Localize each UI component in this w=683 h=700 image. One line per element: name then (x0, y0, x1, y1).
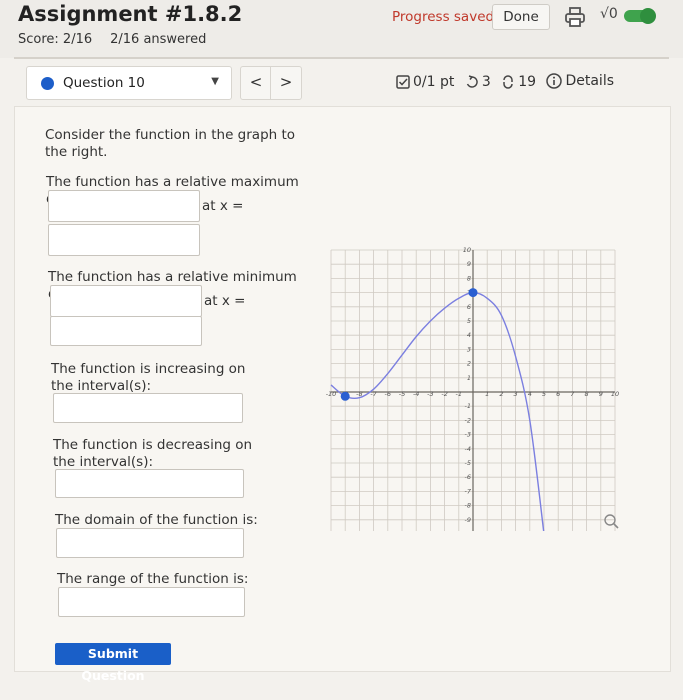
range-input[interactable] (58, 587, 245, 617)
x-tick-label: -4 (413, 390, 419, 398)
points-item: 0/1 pt (396, 74, 454, 90)
question-content: Consider the function in the graph to th… (14, 106, 671, 683)
assignment-header: Assignment #1.8.2 Score: 2/16 2/16 answer… (0, 0, 683, 58)
function-curve (330, 291, 545, 531)
x-tick-label: 4 (528, 390, 532, 398)
y-tick-label: -8 (465, 502, 471, 510)
relative-max-at-label: at x = (202, 198, 244, 214)
score-text: Score: 2/16 (18, 32, 93, 47)
domain-input[interactable] (56, 528, 244, 558)
question-bar: Question 10 ▼ < > 0/1 pt 3 19 Details (14, 62, 669, 102)
y-tick-label: 3 (467, 345, 471, 353)
relative-max-value-input[interactable] (48, 190, 200, 222)
print-icon[interactable] (564, 6, 586, 32)
score-row: Score: 2/16 2/16 answered (18, 32, 206, 47)
relative-max-point (468, 288, 478, 298)
x-tick-label: 1 (485, 390, 489, 398)
y-tick-label: 5 (467, 317, 471, 325)
x-tick-label: -2 (441, 390, 447, 398)
attempts-count: 19 (518, 74, 537, 90)
x-tick-label: -10 (326, 390, 337, 398)
magnifier-icon[interactable] (604, 514, 619, 529)
y-tick-label: -1 (465, 402, 471, 410)
attempts-item: 19 (501, 74, 536, 90)
decreasing-prompt: The function is decreasing on the interv… (53, 437, 253, 470)
x-tick-label: -5 (399, 390, 405, 398)
curve-start-point (340, 391, 350, 401)
relative-min-x-input[interactable] (50, 316, 202, 346)
y-tick-label: 10 (463, 246, 471, 254)
progress-status: Progress saved (392, 9, 495, 25)
retry-icon (466, 75, 478, 88)
x-tick-label: 6 (556, 390, 560, 398)
y-tick-label: -6 (465, 473, 471, 481)
info-icon (546, 73, 563, 89)
x-tick-label: -3 (427, 390, 433, 398)
assignment-title: Assignment #1.8.2 (18, 2, 243, 26)
relative-min-value-input[interactable] (50, 285, 202, 317)
submit-question-button[interactable]: Submit Question (55, 643, 171, 683)
y-tick-labels: 10987654321-1-2-3-4-5-6-7-8-9-10 (460, 246, 471, 531)
y-tick-label: 9 (467, 260, 471, 268)
details-link[interactable]: Details (546, 73, 614, 89)
decreasing-interval-input[interactable] (55, 469, 244, 498)
y-tick-label: -9 (465, 516, 471, 524)
attempts-icon (503, 75, 513, 89)
range-prompt: The range of the function is: (57, 571, 249, 587)
math-toggle-switch[interactable] (624, 8, 656, 24)
increasing-prompt: The function is increasing on the interv… (51, 361, 246, 394)
y-tick-label: 8 (467, 274, 471, 282)
y-tick-label: -4 (465, 445, 471, 453)
x-tick-label: 3 (514, 390, 518, 398)
y-tick-label: 6 (467, 303, 471, 311)
retries-count: 3 (481, 74, 491, 90)
header-divider (14, 57, 669, 59)
answered-count: 2/16 answered (110, 32, 207, 47)
relative-min-at-label: at x = (204, 293, 246, 309)
checkbox-icon (396, 75, 410, 89)
increasing-interval-input[interactable] (53, 393, 243, 423)
assignment-screen: Assignment #1.8.2 Score: 2/16 2/16 answer… (0, 0, 683, 700)
previous-question-button[interactable]: < (240, 66, 272, 100)
question-select[interactable]: Question 10 ▼ (26, 66, 232, 100)
done-button[interactable]: Done (492, 4, 550, 30)
question-status-dot (41, 77, 54, 90)
y-tick-label: -5 (465, 459, 471, 467)
x-tick-label: -6 (385, 390, 391, 398)
math-input-label: √0 (600, 6, 618, 22)
x-tick-label: 10 (611, 390, 619, 398)
question-select-label: Question 10 (63, 75, 145, 91)
x-tick-label: 8 (585, 390, 589, 398)
question-intro: Consider the function in the graph to th… (45, 127, 296, 160)
toggle-knob (640, 8, 656, 24)
y-tick-label: 2 (467, 360, 471, 368)
details-label: Details (565, 73, 615, 89)
domain-prompt: The domain of the function is: (55, 512, 258, 528)
y-tick-label: -2 (465, 416, 471, 424)
x-tick-label: -1 (456, 390, 462, 398)
y-tick-label: -3 (465, 431, 471, 439)
points-text: 0/1 pt (413, 74, 455, 90)
y-tick-label: -7 (465, 487, 472, 495)
x-tick-label: 2 (499, 390, 503, 398)
chevron-down-icon: ▼ (211, 76, 219, 87)
function-graph: -10-9-8-7-6-5-4-3-2-112345678910 1098765… (326, 246, 619, 531)
x-tick-label: 9 (599, 390, 603, 398)
x-tick-label: 7 (570, 390, 575, 398)
x-tick-label: 5 (542, 390, 546, 398)
relative-max-x-input[interactable] (48, 224, 200, 256)
y-tick-label: -10 (460, 530, 471, 531)
retries-item: 3 (465, 74, 491, 90)
y-tick-label: 1 (467, 374, 471, 382)
y-tick-label: 4 (467, 331, 471, 339)
next-question-button[interactable]: > (270, 66, 302, 100)
question-meta: 0/1 pt 3 19 Details (396, 73, 620, 93)
